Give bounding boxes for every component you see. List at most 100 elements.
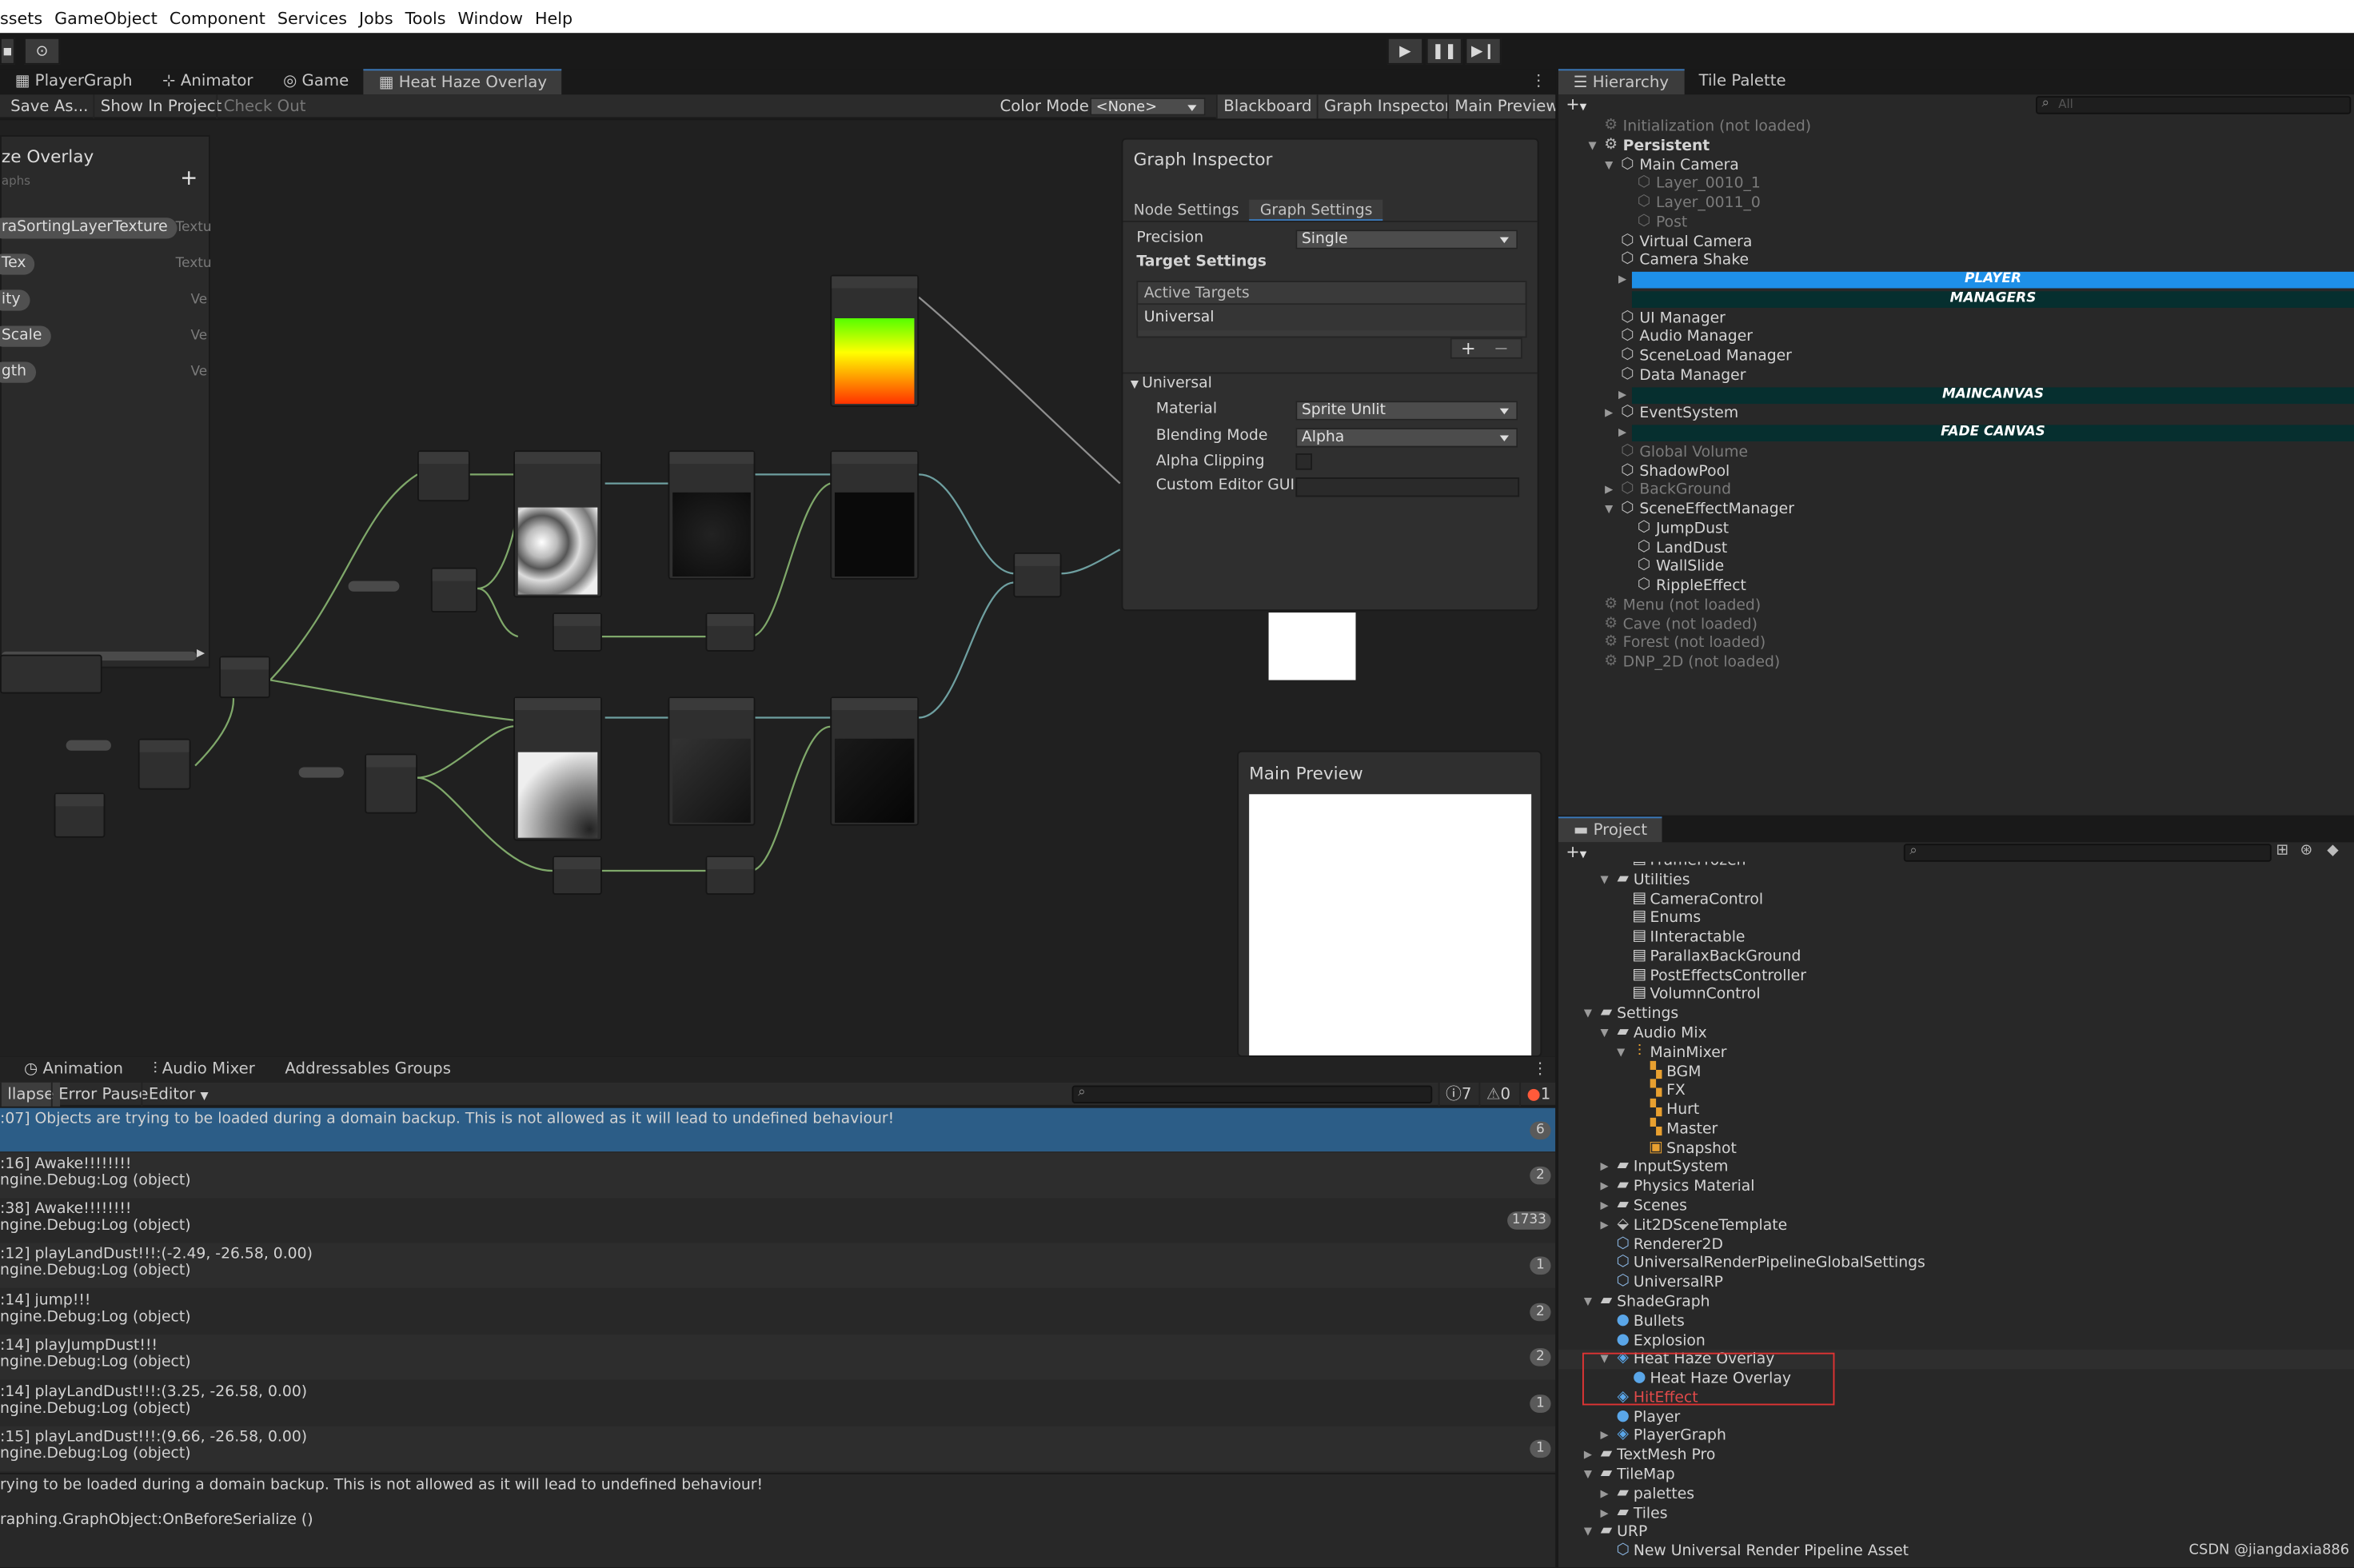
hierarchy-item[interactable]: ⬡ WallSlide: [1558, 557, 2354, 577]
project-item[interactable]: ▼ ▰ Utilities: [1558, 871, 2354, 890]
hierarchy-item[interactable]: ⬡ Data Manager: [1558, 366, 2354, 385]
create-button[interactable]: +▼: [1566, 94, 1586, 114]
tab-heat-haze-overlay[interactable]: ▦ Heat Haze Overlay: [364, 69, 562, 95]
graph-node[interactable]: [430, 567, 478, 613]
graph-inspector-button[interactable]: Graph Inspector: [1316, 94, 1458, 119]
chevron-right-icon[interactable]: ▶: [1601, 1197, 1609, 1216]
graph-node[interactable]: [830, 274, 920, 407]
show-in-project-button[interactable]: Show In Project: [93, 94, 227, 119]
console-row[interactable]: :14] playLandDust!!!:(3.25, -26.58, 0.00…: [0, 1381, 1555, 1426]
graph-node[interactable]: [668, 450, 756, 580]
hierarchy-item[interactable]: ⬡ RippleEffect: [1558, 577, 2354, 596]
console-row[interactable]: :15] playLandDust!!!:(9.66, -26.58, 0.00…: [0, 1426, 1556, 1472]
tab-project[interactable]: ▬ Project: [1558, 816, 1662, 843]
project-item[interactable]: ▼ ▰ Settings: [1558, 1005, 2354, 1024]
property-pill[interactable]: ity: [0, 289, 30, 311]
graph-node[interactable]: [0, 654, 102, 694]
property-pill[interactable]: Scale: [0, 325, 51, 347]
hierarchy-item[interactable]: ⬡ Virtual Camera: [1558, 232, 2354, 251]
property-node[interactable]: [298, 767, 344, 778]
step-button[interactable]: ▶❙: [1465, 37, 1502, 65]
hierarchy-item[interactable]: ▼ ⚙ Persistent: [1558, 136, 2354, 155]
chevron-right-icon[interactable]: ▶: [1584, 1446, 1592, 1465]
tools-button[interactable]: ▪: [0, 37, 15, 65]
chevron-right-icon[interactable]: ▶: [1601, 1503, 1609, 1522]
chevron-down-icon[interactable]: ▼: [1617, 1043, 1625, 1063]
project-item[interactable]: ▼ ⫶ MainMixer: [1558, 1043, 2354, 1063]
chevron-right-icon[interactable]: ▶: [1601, 1159, 1609, 1178]
main-preview-button[interactable]: Main Preview: [1447, 94, 1565, 119]
hierarchy-item[interactable]: ⬡ UI Manager: [1558, 309, 2354, 328]
chevron-down-icon[interactable]: ▼: [1584, 1465, 1592, 1484]
chevron-right-icon[interactable]: ▶: [1605, 405, 1613, 424]
chevron-down-icon[interactable]: ▼: [1584, 1005, 1592, 1024]
project-item[interactable]: ▶ ▰ InputSystem: [1558, 1159, 2354, 1178]
project-item[interactable]: ▚ Hurt: [1558, 1101, 2354, 1120]
menu-item[interactable]: GameObject: [54, 9, 158, 28]
tab-animation[interactable]: ◷ Animation: [0, 1057, 138, 1083]
tab-graph-settings[interactable]: Graph Settings: [1249, 199, 1383, 221]
pause-button[interactable]: ❚❚: [1426, 37, 1462, 65]
tab-animator[interactable]: ⊹ Animator: [147, 69, 268, 94]
tab-tile-palette[interactable]: Tile Palette: [1684, 69, 1801, 94]
chevron-right-icon[interactable]: ▶: [1618, 273, 1626, 285]
graph-node[interactable]: [513, 450, 602, 598]
chevron-down-icon[interactable]: ▼: [1601, 871, 1609, 890]
project-item[interactable]: ▶ ⬙ Lit2DSceneTemplate: [1558, 1216, 2354, 1235]
menu-item[interactable]: Services: [277, 9, 347, 28]
project-item[interactable]: ● Explosion: [1558, 1331, 2354, 1350]
menu-item[interactable]: Tools: [405, 9, 446, 28]
console-row[interactable]: :12] playLandDust!!!:(-2.49, -26.58, 0.0…: [0, 1243, 1556, 1288]
search-by-type-icon[interactable]: ⊞: [2276, 842, 2288, 859]
menu-item[interactable]: Help: [535, 9, 573, 28]
chevron-right-icon[interactable]: ▶: [1601, 1426, 1609, 1446]
hierarchy-item[interactable]: ⬡ Layer_0010_1: [1558, 174, 2354, 194]
save-as-button[interactable]: Save As...: [5, 94, 94, 118]
hierarchy-header-bar[interactable]: FADE CANVAS: [1631, 425, 2354, 442]
hierarchy-search[interactable]: All: [2036, 96, 2352, 114]
property-pill[interactable]: raSortingLayerTexture: [0, 217, 177, 239]
chevron-down-icon[interactable]: ▼: [1605, 500, 1613, 519]
hierarchy-header-bar[interactable]: MAINCANVAS: [1631, 386, 2354, 404]
project-item[interactable]: ▚ BGM: [1558, 1063, 2354, 1082]
project-item[interactable]: ▼ ▰ Audio Mix: [1558, 1024, 2354, 1043]
hierarchy-item[interactable]: ⬡ Layer_0011_0: [1558, 194, 2354, 213]
chevron-down-icon[interactable]: ▼: [1584, 1292, 1592, 1311]
project-item[interactable]: ▚ Master: [1558, 1120, 2354, 1139]
menu-item[interactable]: Window: [458, 9, 523, 28]
graph-node[interactable]: [417, 450, 470, 502]
graph-node[interactable]: [705, 612, 756, 652]
tab-audio-mixer[interactable]: ⫶ Audio Mixer: [138, 1057, 270, 1083]
editor-dropdown[interactable]: Editor ▼: [141, 1082, 214, 1107]
hierarchy-header-bar[interactable]: PLAYER: [1631, 271, 2354, 289]
tab-hierarchy[interactable]: ☰ Hierarchy: [1558, 69, 1684, 95]
console-row[interactable]: :16] Awake!!!!!!!! ngine.Debug:Log (objec…: [0, 1152, 1556, 1199]
error-pause-button[interactable]: Error Pause: [50, 1082, 154, 1107]
project-item[interactable]: ▼ ▰ ShadeGraph: [1558, 1292, 2354, 1311]
menu-item[interactable]: Component: [170, 9, 265, 28]
hierarchy-item[interactable]: ▶ ⬡ BackGround: [1558, 481, 2354, 500]
project-item[interactable]: ▤ CameraControl: [1558, 890, 2354, 909]
project-item[interactable]: ▣ Snapshot: [1558, 1139, 2354, 1159]
graph-node[interactable]: [830, 696, 920, 826]
property-pill[interactable]: Tex: [0, 253, 35, 275]
project-item[interactable]: ▤ VolumnControl: [1558, 986, 2354, 1005]
graph-node[interactable]: [668, 696, 756, 826]
precision-dropdown[interactable]: Single: [1295, 229, 1518, 249]
tab-node-settings[interactable]: Node Settings: [1123, 200, 1249, 221]
remove-target-button[interactable]: −: [1494, 337, 1509, 358]
project-item[interactable]: ▼ ▰ TileMap: [1558, 1465, 2354, 1484]
hierarchy-item[interactable]: ⬡ Post: [1558, 213, 2354, 232]
hierarchy-item[interactable]: ▼ ⬡ Main Camera: [1558, 155, 2354, 174]
project-item[interactable]: ● Player: [1558, 1407, 2354, 1426]
hierarchy-item[interactable]: ⬡ ShadowPool: [1558, 461, 2354, 481]
project-item[interactable]: ▼ ▰ URP: [1558, 1522, 2354, 1542]
project-item[interactable]: ▶ ▰ palettes: [1558, 1484, 2354, 1503]
color-mode-dropdown[interactable]: <None>: [1090, 98, 1206, 116]
project-item[interactable]: ▤ ParallaxBackGround: [1558, 948, 2354, 967]
chevron-right-icon[interactable]: ▶: [1601, 1216, 1609, 1235]
property-node[interactable]: [66, 740, 111, 751]
project-item[interactable]: ▶ ▰ Tiles: [1558, 1503, 2354, 1522]
custom-editor-gui-field[interactable]: [1295, 477, 1520, 497]
more-icon[interactable]: ⋮: [1530, 72, 1546, 90]
